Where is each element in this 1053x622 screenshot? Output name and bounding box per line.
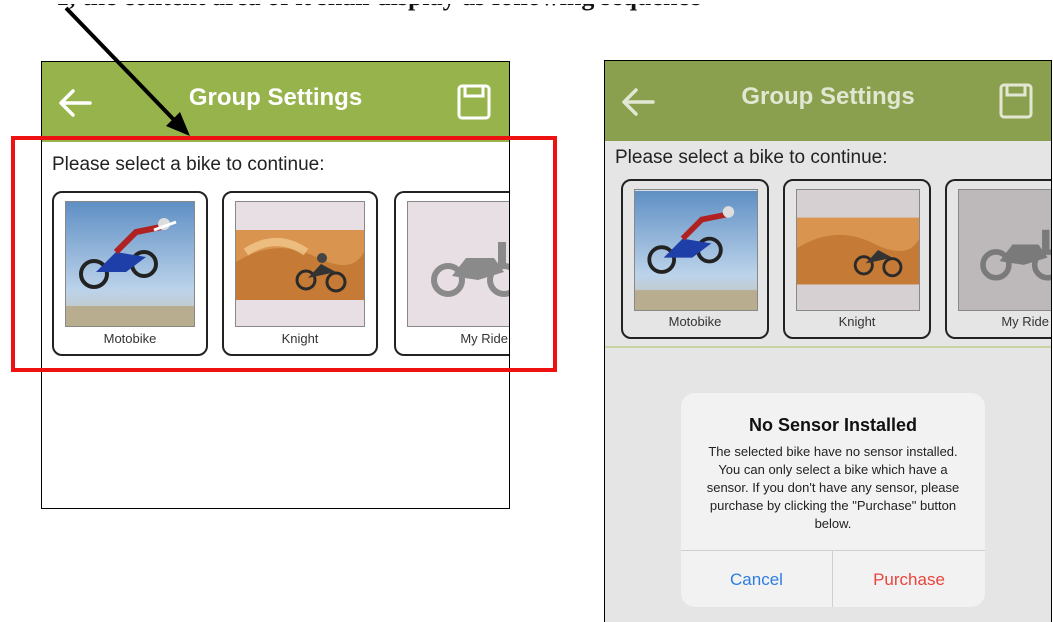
knight-photo (796, 189, 920, 311)
bike-list: Motobike Knight My Ride (52, 191, 509, 361)
select-bike-prompt: Please select a bike to continue: (615, 147, 888, 168)
top-caption: 1, the content area of it shall display … (0, 4, 1053, 44)
bike-list: Motobike Knight My Ride (621, 179, 1051, 349)
bike-label: Motobike (668, 314, 722, 329)
cancel-button[interactable]: Cancel (681, 551, 833, 607)
motobike-photo (634, 189, 758, 311)
bike-card-knight[interactable]: Knight (222, 191, 378, 356)
page-title: Group Settings (741, 83, 915, 110)
motorcycle-placeholder-icon (431, 242, 509, 297)
caption-text: 1, the content area of it shall display … (56, 4, 700, 12)
bike-label: Knight (281, 331, 319, 346)
dialog-actions: Cancel Purchase (681, 550, 985, 607)
bike-label: Motobike (103, 331, 157, 346)
bike-card-motobike[interactable]: Motobike (52, 191, 208, 356)
bike-label: My Ride (1001, 314, 1049, 329)
save-floppy-icon[interactable] (457, 84, 491, 120)
bike-label: Knight (838, 314, 876, 329)
select-bike-prompt: Please select a bike to continue: (52, 154, 325, 175)
content-divider (605, 346, 1051, 348)
page-title: Group Settings (188, 84, 363, 111)
knight-photo (235, 201, 365, 327)
app-bar: Group Settings (605, 61, 1051, 141)
my-ride-photo (958, 189, 1051, 311)
bike-card-knight[interactable]: Knight (783, 179, 931, 339)
bike-card-motobike[interactable]: Motobike (621, 179, 769, 339)
bike-card-my-ride[interactable]: My Ride (945, 179, 1051, 339)
purchase-button[interactable]: Purchase (833, 551, 985, 607)
dialog-title: No Sensor Installed (748, 415, 918, 435)
bike-label: My Ride (460, 331, 508, 346)
content-area: Please select a bike to continue: Motobi… (42, 142, 509, 508)
motorcycle-placeholder-icon (980, 229, 1051, 281)
my-ride-photo (407, 201, 509, 327)
save-floppy-icon[interactable] (999, 83, 1033, 119)
no-sensor-dialog: No Sensor Installed The selected bike ha… (681, 393, 985, 607)
right-phone-screen: Group Settings Please select a bike to c… (604, 60, 1052, 622)
app-bar: Group Settings (42, 62, 509, 142)
left-phone-screen: Group Settings Please select a bike to c… (41, 61, 510, 509)
dialog-message: The selected bike have no sensor install… (706, 444, 960, 531)
motobike-photo (65, 201, 195, 327)
bike-card-my-ride[interactable]: My Ride (394, 191, 509, 356)
